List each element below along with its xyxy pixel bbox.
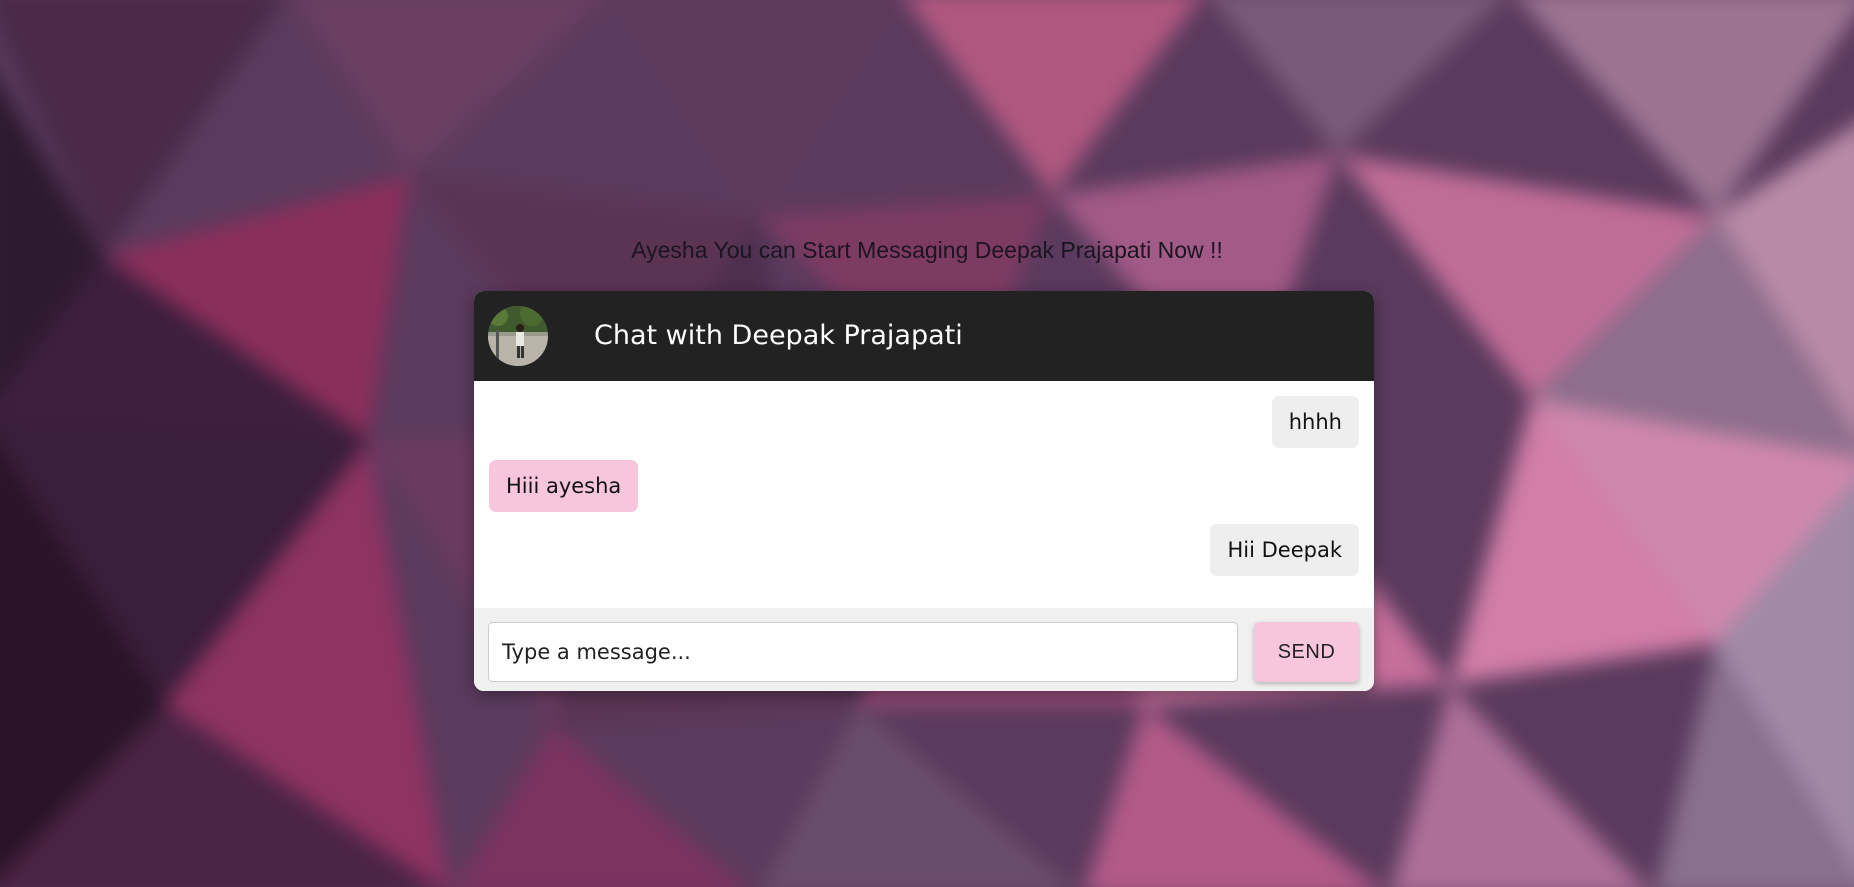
message-sent: hhhh — [1271, 396, 1359, 448]
chat-title: Chat with Deepak Prajapati — [594, 320, 963, 351]
message-sent: Hii Deepak — [1210, 524, 1359, 576]
chat-header: Chat with Deepak Prajapati — [474, 291, 1374, 381]
avatar — [488, 306, 548, 366]
send-button[interactable]: SEND — [1254, 622, 1359, 682]
message-composer: SEND — [474, 608, 1374, 691]
chat-window: Chat with Deepak Prajapati hhhh Hiii aye… — [474, 291, 1374, 691]
message-list: hhhh Hiii ayesha Hii Deepak — [474, 381, 1374, 608]
message-input[interactable] — [488, 622, 1238, 682]
page-heading: Ayesha You can Start Messaging Deepak Pr… — [631, 237, 1223, 263]
message-received: Hiii ayesha — [489, 460, 639, 512]
